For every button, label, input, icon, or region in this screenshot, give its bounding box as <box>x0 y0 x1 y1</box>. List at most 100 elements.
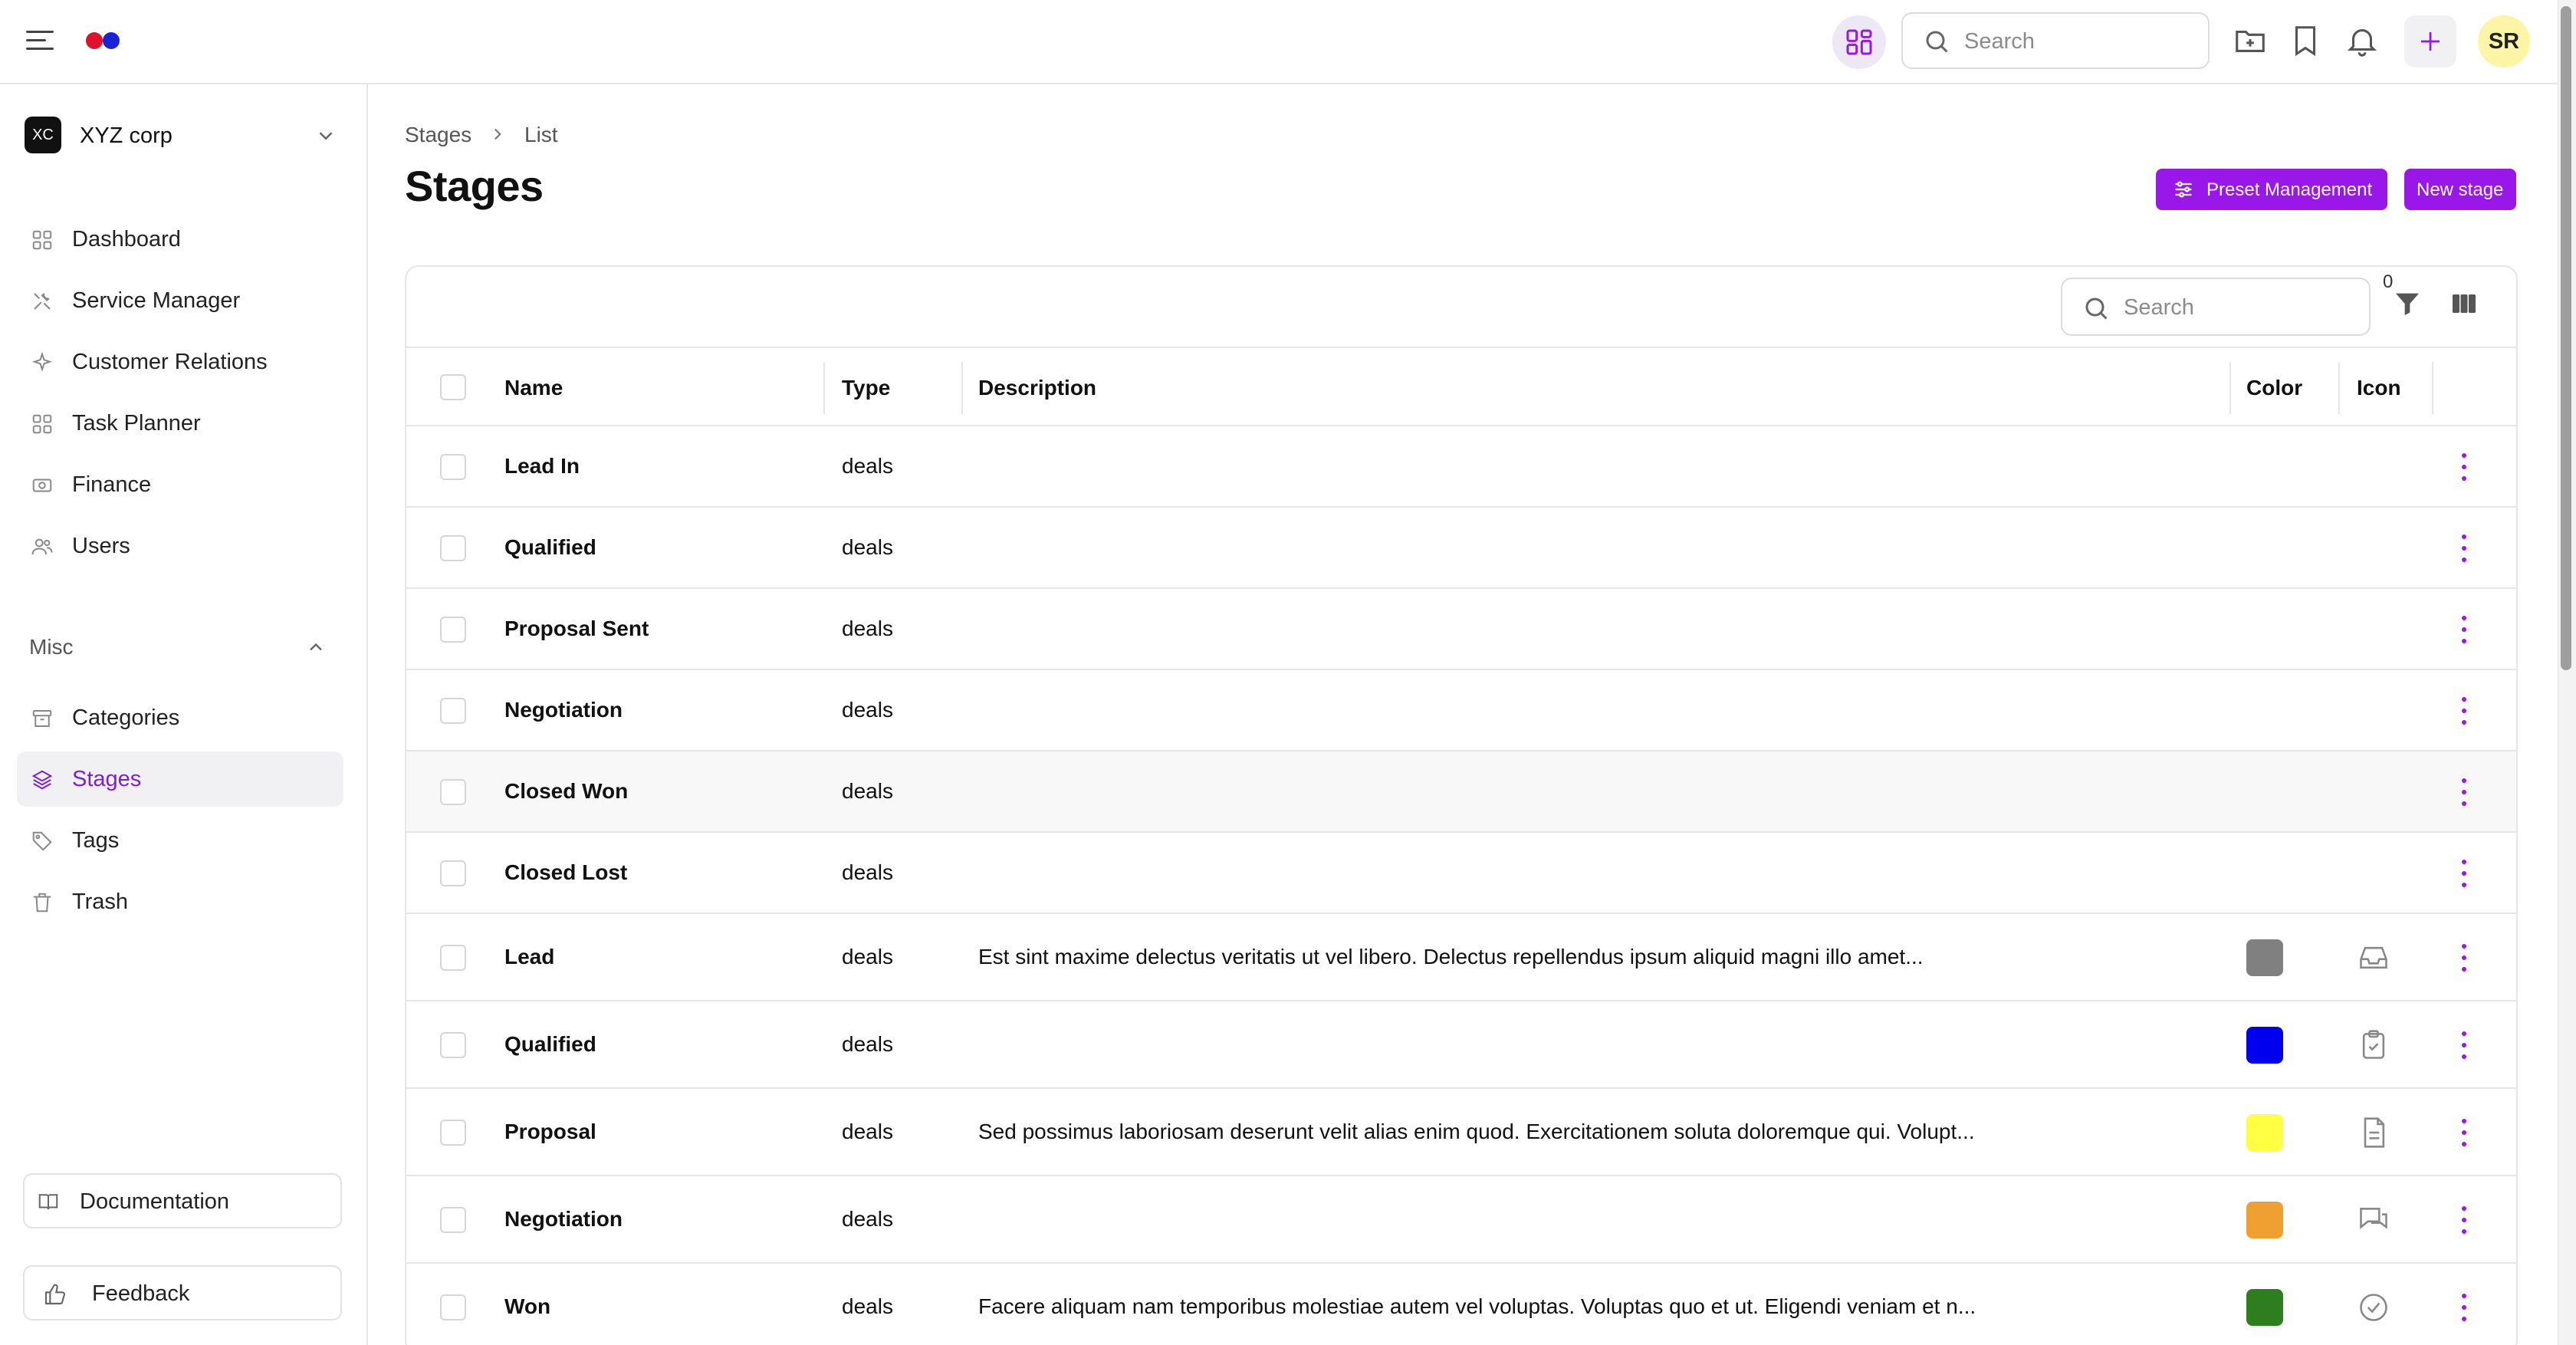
bookmark-icon[interactable] <box>2288 23 2323 58</box>
page-title: Stages <box>405 162 544 210</box>
row-actions-menu-icon[interactable] <box>2459 1292 2469 1323</box>
tools-icon <box>34 293 51 310</box>
sidebar-item-customer-relations[interactable]: Customer Relations <box>17 334 343 390</box>
breadcrumb-stages[interactable]: Stages <box>405 123 472 147</box>
row-checkbox[interactable] <box>440 945 466 971</box>
select-all-checkbox[interactable] <box>440 374 466 400</box>
new-stage-label: New stage <box>2417 179 2504 200</box>
row-actions-menu-icon[interactable] <box>2459 858 2469 889</box>
row-checkbox[interactable] <box>440 454 466 480</box>
row-actions-menu-icon[interactable] <box>2459 1205 2469 1235</box>
user-avatar[interactable]: SR <box>2478 15 2530 67</box>
row-actions-menu-icon[interactable] <box>2459 942 2469 973</box>
preset-management-button[interactable]: Preset Management <box>2156 169 2387 210</box>
thumbs-up-icon <box>44 1284 66 1305</box>
cell-name[interactable]: Qualified <box>504 535 596 560</box>
column-header-type[interactable]: Type <box>842 376 890 400</box>
row-actions-menu-icon[interactable] <box>2459 1030 2469 1061</box>
cell-name[interactable]: Negotiation <box>504 1207 623 1232</box>
row-checkbox[interactable] <box>440 535 466 561</box>
table-row[interactable]: Lead In deals <box>406 426 2516 508</box>
table-row[interactable]: Proposal Sent deals <box>406 589 2516 670</box>
breadcrumb-list: List <box>524 123 558 146</box>
row-checkbox[interactable] <box>440 1294 466 1320</box>
grid-icon <box>32 414 52 434</box>
cell-name[interactable]: Proposal <box>504 1120 596 1144</box>
column-header-description[interactable]: Description <box>978 376 1096 400</box>
column-header-color[interactable]: Color <box>2246 376 2302 400</box>
chevron-right-icon <box>494 128 501 140</box>
sidebar-item-task-planner[interactable]: Task Planner <box>17 396 343 451</box>
row-actions-menu-icon[interactable] <box>2459 452 2469 482</box>
filter-icon[interactable] <box>2392 288 2423 319</box>
color-swatch <box>2246 1027 2283 1064</box>
color-swatch <box>2246 939 2283 976</box>
table-row[interactable]: Qualified deals <box>406 508 2516 589</box>
stages-table-card: Search 0 Name Type Description Color Ico… <box>405 265 2518 1345</box>
menu-icon[interactable] <box>26 29 54 51</box>
cell-name[interactable]: Won <box>504 1294 550 1319</box>
cell-name[interactable]: Lead In <box>504 454 580 478</box>
grid-icon <box>32 230 52 250</box>
row-actions-menu-icon[interactable] <box>2459 696 2469 726</box>
cell-name[interactable]: Closed Won <box>504 779 628 804</box>
feedback-button[interactable]: Feedback <box>23 1265 342 1320</box>
archive-icon <box>32 710 52 727</box>
sidebar-item-service-manager[interactable]: Service Manager <box>17 273 343 328</box>
sidebar-item-stages[interactable]: Stages <box>17 751 343 807</box>
sidebar-item-label: Categories <box>72 705 180 730</box>
columns-icon[interactable] <box>2449 290 2479 317</box>
cell-name[interactable]: Proposal Sent <box>504 617 649 641</box>
column-header-name[interactable]: Name <box>504 376 563 400</box>
sidebar-item-dashboard[interactable]: Dashboard <box>17 212 343 267</box>
create-button[interactable] <box>2404 15 2456 67</box>
cell-type: deals <box>842 698 893 722</box>
chevron-up-icon[interactable] <box>305 636 327 658</box>
row-checkbox[interactable] <box>440 1120 466 1146</box>
row-checkbox[interactable] <box>440 617 466 643</box>
row-checkbox[interactable] <box>440 698 466 724</box>
new-stage-button[interactable]: New stage <box>2404 169 2516 210</box>
table-row[interactable]: Negotiation deals <box>406 670 2516 751</box>
sidebar-item-trash[interactable]: Trash <box>17 874 343 929</box>
sidebar-item-label: Task Planner <box>72 411 201 436</box>
documentation-button[interactable]: Documentation <box>23 1173 342 1228</box>
sidebar-item-users[interactable]: Users <box>17 518 343 574</box>
table-row[interactable]: Qualified deals <box>406 1001 2516 1089</box>
cell-name[interactable]: Lead <box>504 945 554 969</box>
row-actions-menu-icon[interactable] <box>2459 614 2469 645</box>
table-search-placeholder: Search <box>2124 295 2194 320</box>
org-badge: XC <box>25 117 61 153</box>
sidebar-item-tags[interactable]: Tags <box>17 813 343 868</box>
row-checkbox[interactable] <box>440 1032 466 1058</box>
cell-name[interactable]: Closed Lost <box>504 860 627 885</box>
table-search-input[interactable]: Search <box>2061 278 2371 336</box>
table-row[interactable]: Closed Won deals <box>406 751 2516 833</box>
row-actions-menu-icon[interactable] <box>2459 1117 2469 1148</box>
cell-name[interactable]: Negotiation <box>504 698 623 722</box>
bell-icon[interactable] <box>2344 23 2380 58</box>
tag-icon <box>32 831 52 851</box>
table-row[interactable]: Proposal deals Sed possimus laboriosam des… <box>406 1089 2516 1176</box>
org-switcher[interactable]: XC XYZ corp <box>25 113 347 158</box>
row-checkbox[interactable] <box>440 860 466 886</box>
sidebar-item-finance[interactable]: Finance <box>17 457 343 512</box>
row-checkbox[interactable] <box>440 779 466 805</box>
sidebar-item-categories[interactable]: Categories <box>17 690 343 745</box>
cell-type: deals <box>842 945 893 968</box>
scrollbar-thumb[interactable] <box>2561 6 2571 670</box>
apps-button[interactable] <box>1832 15 1886 69</box>
row-actions-menu-icon[interactable] <box>2459 533 2469 564</box>
global-search-input[interactable]: Search <box>1901 12 2210 69</box>
users-icon <box>31 538 53 555</box>
documentation-label: Documentation <box>80 1189 230 1214</box>
cell-name[interactable]: Qualified <box>504 1032 596 1057</box>
row-checkbox[interactable] <box>440 1207 466 1233</box>
folder-add-icon[interactable] <box>2233 23 2268 58</box>
table-row[interactable]: Won deals Facere aliquam nam temporibus mo… <box>406 1264 2516 1345</box>
table-row[interactable]: Lead deals Est sint maxime delectus verita… <box>406 914 2516 1001</box>
table-row[interactable]: Negotiation deals <box>406 1176 2516 1264</box>
row-actions-menu-icon[interactable] <box>2459 777 2469 807</box>
column-header-icon[interactable]: Icon <box>2357 376 2401 400</box>
table-row[interactable]: Closed Lost deals <box>406 833 2516 914</box>
